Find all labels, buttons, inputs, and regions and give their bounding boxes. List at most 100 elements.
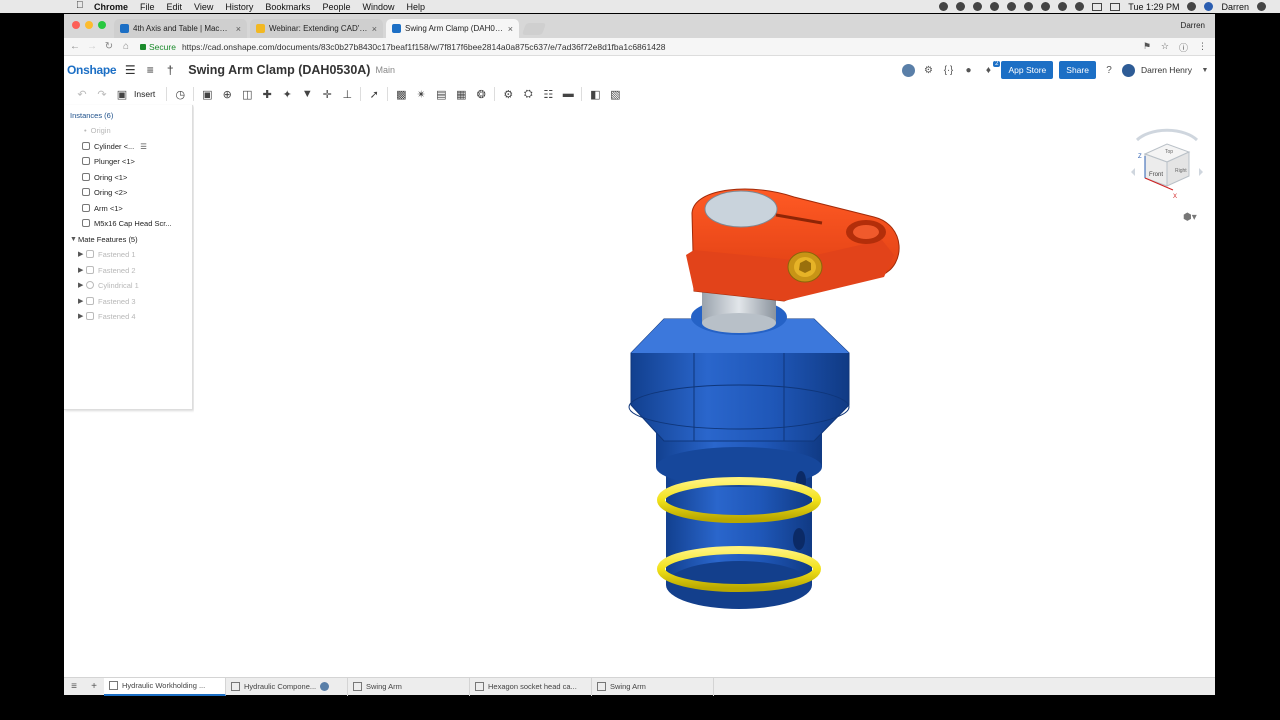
share-button[interactable]: Share [1059, 61, 1096, 79]
hamburger-menu-icon[interactable]: ☰ [124, 63, 136, 77]
chevron-down-icon[interactable]: ▼ [1198, 67, 1212, 74]
sync-icon[interactable] [1007, 2, 1017, 11]
undo-icon[interactable]: ↶ [72, 88, 92, 101]
battery-icon[interactable] [1092, 2, 1103, 11]
status-icon[interactable] [939, 2, 949, 11]
user-avatar[interactable] [1121, 63, 1135, 77]
maximize-window-button[interactable] [98, 21, 106, 29]
revolute-mate-icon[interactable]: ⊕ [217, 88, 237, 101]
instances-heading[interactable]: Instances (6) [70, 111, 113, 120]
tab-manager-icon[interactable]: ≡ [64, 681, 84, 692]
rotate-arc-icon[interactable] [1135, 128, 1199, 142]
forward-icon[interactable]: → [86, 41, 98, 52]
graphics-viewport[interactable] [194, 105, 1215, 677]
app-store-button[interactable]: App Store [1001, 61, 1054, 79]
instance-item-screw[interactable]: M5x16 Cap Head Scr... [82, 216, 172, 230]
notifications-icon[interactable]: ♦ 2 [981, 60, 1001, 76]
mate-item[interactable]: ▶ Fastened 1 [78, 247, 136, 261]
instance-item-origin[interactable]: • Origin [84, 123, 111, 137]
mate-item[interactable]: ▶ Fastened 3 [78, 294, 136, 308]
document-title[interactable]: Swing Arm Clamp (DAH0530A) [188, 63, 370, 77]
browser-tab-3[interactable]: Swing Arm Clamp (DAH0530A × [386, 19, 519, 38]
cap-head-screw[interactable] [787, 251, 823, 283]
mate-item[interactable]: ▶ Fastened 4 [78, 309, 136, 323]
menu-file[interactable]: File [140, 2, 155, 12]
rotate-right-icon[interactable] [1199, 168, 1203, 176]
close-window-button[interactable] [72, 21, 80, 29]
apple-icon[interactable]:  [76, 0, 84, 11]
bookmark-star-icon[interactable]: ☆ [1161, 41, 1169, 54]
instance-item-oring-2[interactable]: Oring <2> [82, 185, 127, 199]
viewcube-right-label[interactable]: Right [1175, 168, 1187, 174]
menubar-clock[interactable]: Tue 1:29 PM [1128, 2, 1179, 12]
planar-mate-icon[interactable]: ✚ [257, 88, 277, 101]
chevron-right-icon[interactable]: ▶ [78, 266, 86, 274]
mate-connector-icon[interactable]: ▩ [391, 88, 411, 101]
menu-people[interactable]: People [322, 2, 350, 12]
info-icon[interactable] [956, 2, 966, 11]
mate-item[interactable]: ▶ Fastened 2 [78, 263, 136, 277]
instance-item-plunger[interactable]: Plunger <1> [82, 154, 135, 168]
browser-tab-1[interactable]: 4th Axis and Table | Machine To × [114, 19, 247, 38]
insert-button[interactable]: Insert [134, 89, 155, 99]
info-circle-icon[interactable]: ⓘ [1179, 41, 1188, 54]
reload-icon[interactable]: ↻ [103, 41, 115, 52]
screw-relation-icon[interactable]: ☷ [538, 88, 558, 101]
viewcube-front-label[interactable]: Front [1149, 172, 1163, 178]
new-tab-button[interactable] [521, 23, 547, 35]
pin-slot-mate-icon[interactable]: ▼ [297, 88, 317, 100]
help-icon[interactable]: ? [1102, 65, 1116, 76]
insert-part-icon[interactable]: † [164, 63, 176, 77]
circular-pattern-icon[interactable]: ▦ [451, 88, 471, 101]
ball-mate-icon[interactable]: ✛ [317, 88, 337, 101]
flag-icon[interactable] [1110, 2, 1121, 11]
insert-icon[interactable]: ▣ [112, 88, 132, 101]
parallel-mate-icon[interactable]: ⊥ [337, 88, 357, 101]
debug-icon[interactable]: ⚙ [921, 65, 935, 76]
close-tab-icon[interactable]: × [236, 24, 241, 34]
wifi-icon[interactable] [1058, 2, 1068, 11]
bluetooth-icon[interactable] [1041, 2, 1051, 11]
browser-tab-2[interactable]: Webinar: Extending CAD's Bus × [250, 19, 383, 38]
instance-item-arm[interactable]: Arm <1> [82, 201, 123, 215]
view-cube[interactable]: Top Front Right Z X ⬢▾ [1127, 118, 1207, 223]
instance-item-cylinder[interactable]: Cylinder <... ☰ [82, 139, 147, 153]
list-icon[interactable]: ☰ [140, 142, 147, 151]
close-tab-icon[interactable]: × [508, 24, 513, 34]
volume-icon[interactable] [1075, 2, 1085, 11]
linear-relation-icon[interactable]: ▬ [558, 88, 578, 100]
chevron-right-icon[interactable]: ▶ [78, 281, 86, 289]
variables-icon[interactable]: {∙} [941, 65, 955, 76]
minimize-window-button[interactable] [85, 21, 93, 29]
mate-item[interactable]: ▶ Cylindrical 1 [78, 278, 139, 292]
menu-app[interactable]: Chrome [94, 2, 128, 12]
group-icon[interactable]: ✴ [411, 88, 431, 101]
spotlight-icon[interactable] [1187, 2, 1197, 11]
chevron-right-icon[interactable]: ▶ [78, 312, 86, 320]
menu-edit[interactable]: Edit [167, 2, 183, 12]
notification-center-icon[interactable] [1257, 2, 1266, 11]
add-tab-icon[interactable]: + [84, 681, 104, 692]
chevron-down-icon[interactable]: ▼ [70, 236, 78, 243]
doc-tab[interactable]: Hydraulic Workholding ... [104, 677, 226, 696]
secure-indicator[interactable]: Secure [140, 42, 176, 52]
url-field[interactable]: https://cad.onshape.com/documents/83c0b2… [182, 42, 666, 52]
replicate-icon[interactable]: ❂ [471, 88, 491, 101]
doc-tab[interactable]: Hexagon socket head ca... [470, 677, 592, 696]
feature-list-icon[interactable]: ≡ [144, 63, 156, 77]
comments-icon[interactable]: ● [961, 65, 975, 76]
cylindrical-mate-icon[interactable]: ✦ [277, 88, 297, 101]
dropbox-icon[interactable] [973, 2, 983, 11]
swing-arm-clamp-model[interactable] [194, 105, 1215, 677]
menubar-user[interactable]: Darren [1221, 2, 1249, 12]
redo-icon[interactable]: ↷ [92, 88, 112, 101]
menu-history[interactable]: History [225, 2, 253, 12]
onshape-logo[interactable]: Onshape [67, 63, 117, 77]
doc-tab[interactable]: Hydraulic Compone... [226, 677, 348, 696]
clock-icon[interactable]: ◷ [170, 88, 190, 101]
close-tab-icon[interactable]: × [372, 24, 377, 34]
chevron-right-icon[interactable]: ▶ [78, 297, 86, 305]
doc-tab[interactable]: Swing Arm [348, 677, 470, 696]
gear-relation-icon[interactable]: ⚙ [498, 88, 518, 101]
home-icon[interactable]: ⌂ [120, 41, 132, 52]
